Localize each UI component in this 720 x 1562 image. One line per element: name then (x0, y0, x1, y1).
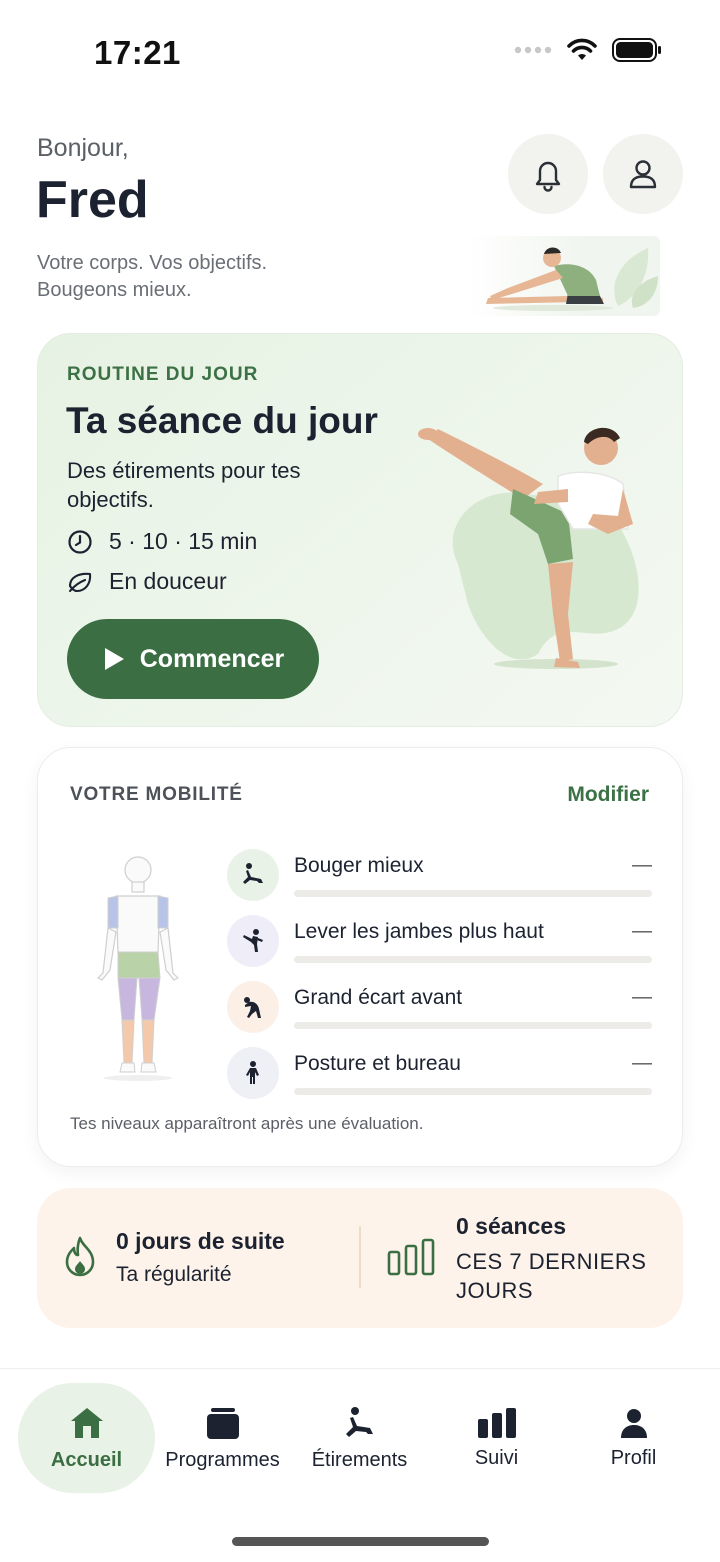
user-icon (629, 160, 657, 189)
mobility-item-value: — (632, 920, 652, 942)
daily-routine-card[interactable]: ROUTINE DU JOUR Ta séance du jour Des ét… (37, 333, 683, 727)
sessions-title: 0 séances (456, 1213, 566, 1239)
status-bar: 17:21 (0, 0, 720, 100)
routine-intensity-text: En douceur (109, 568, 227, 594)
routine-label: ROUTINE DU JOUR (67, 364, 259, 385)
tab-label: Accueil (50, 1448, 123, 1471)
mobility-item-value: — (632, 986, 652, 1008)
mobility-item-name: Grand écart avant (294, 986, 463, 1009)
battery-icon (612, 38, 661, 62)
mobility-item-icon (227, 915, 279, 967)
stats-card: 0 jours de suite Ta régularité 0 séances… (37, 1188, 683, 1328)
status-time: 17:21 (94, 34, 181, 71)
mobility-item-grand-ecart[interactable]: Grand écart avant — (227, 981, 652, 1037)
standing-person-icon (246, 1061, 259, 1084)
tagline: Votre corps. Vos objectifs. Bougeons mie… (37, 250, 357, 304)
tagline-line-1: Votre corps. Vos objectifs. (37, 252, 268, 274)
home-indicator (232, 1537, 489, 1546)
streak-title: 0 jours de suite (116, 1228, 285, 1254)
mobility-item-posture[interactable]: Posture et bureau — (227, 1047, 652, 1103)
kick-stretch-illustration (418, 427, 639, 669)
streak-subtitle: Ta régularité (116, 1263, 232, 1286)
stretch-icon (345, 1406, 373, 1437)
wifi-icon (567, 38, 597, 60)
mobility-label: VOTRE MOBILITÉ (70, 784, 243, 805)
tab-accueil[interactable]: Accueil (18, 1383, 155, 1493)
programs-icon (206, 1407, 239, 1439)
greeting: Bonjour, (37, 134, 129, 162)
routine-duration: 5 · 10 · 15 min (67, 528, 257, 555)
profile-icon (620, 1408, 647, 1438)
mobility-card: VOTRE MOBILITÉ Modifier Bouger mieux — L… (37, 747, 683, 1167)
header-stretch-illustration (468, 236, 660, 316)
high-kick-icon (243, 929, 263, 952)
routine-intensity: En douceur (67, 568, 227, 595)
mobility-item-bar (294, 1088, 652, 1095)
mobility-item-icon (227, 981, 279, 1033)
tab-profil[interactable]: Profil (566, 1383, 701, 1493)
status-icons (514, 38, 662, 62)
mobility-item-bar (294, 1022, 652, 1029)
mobility-item-name: Bouger mieux (294, 854, 424, 877)
tab-label: Suivi (474, 1446, 519, 1469)
mobility-item-name: Posture et bureau (294, 1052, 461, 1075)
mobility-item-bouger-mieux[interactable]: Bouger mieux — (227, 849, 652, 905)
flame-icon (65, 1236, 95, 1277)
tab-label: Profil (610, 1446, 657, 1469)
user-name: Fred (36, 171, 149, 229)
tab-label: Programmes (165, 1448, 280, 1471)
stats-divider (359, 1226, 361, 1288)
notifications-button[interactable] (508, 134, 588, 214)
profile-button[interactable] (603, 134, 683, 214)
home-icon (70, 1407, 103, 1438)
routine-duration-text: 5 · 10 · 15 min (109, 528, 258, 554)
tab-etirements[interactable]: Étirements (292, 1383, 427, 1493)
start-button[interactable]: Commencer (67, 619, 319, 699)
signal-icon (514, 46, 552, 54)
mobility-item-value: — (632, 854, 652, 876)
mobility-item-icon (227, 849, 279, 901)
tab-suivi[interactable]: Suivi (429, 1383, 564, 1493)
start-button-label: Commencer (139, 644, 285, 673)
clock-icon (68, 529, 92, 554)
stretch-lunge-icon (243, 863, 263, 884)
bar-chart-icon (387, 1238, 435, 1276)
body-map-figure (96, 856, 180, 1081)
play-icon (104, 648, 124, 670)
mobility-note: Tes niveaux apparaîtront après une évalu… (70, 1114, 424, 1133)
forward-bend-icon (244, 997, 261, 1018)
leaf-icon (68, 572, 92, 592)
stats-icon (477, 1407, 516, 1438)
mobility-item-value: — (632, 1052, 652, 1074)
bell-icon (535, 161, 561, 192)
seated-stretch-icon (486, 247, 658, 311)
modify-link[interactable]: Modifier (567, 783, 649, 807)
sessions-subtitle: CES 7 DERNIERS JOURS (456, 1249, 647, 1303)
routine-title: Ta séance du jour (66, 400, 378, 441)
routine-description: Des étirements pour tes objectifs. (67, 458, 301, 512)
mobility-item-icon (227, 1047, 279, 1099)
tab-programmes[interactable]: Programmes (155, 1383, 290, 1493)
mobility-item-lever-jambes[interactable]: Lever les jambes plus haut — (227, 915, 652, 971)
tab-label: Étirements (311, 1448, 408, 1471)
mobility-item-bar (294, 890, 652, 897)
tagline-line-2: Bougeons mieux. (37, 279, 192, 301)
mobility-item-name: Lever les jambes plus haut (294, 920, 544, 943)
tab-bar: Accueil Programmes Étirements Suivi Prof… (0, 1368, 720, 1562)
mobility-item-bar (294, 956, 652, 963)
